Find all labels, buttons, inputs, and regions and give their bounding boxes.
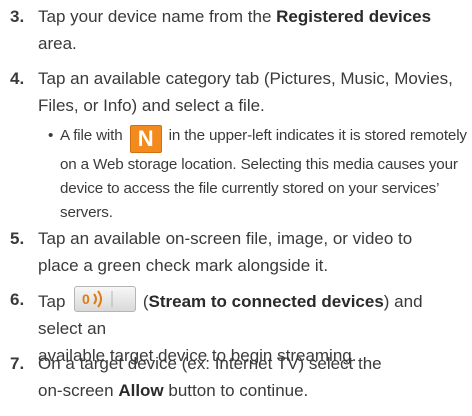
step-line: Tap 0 (Stream to connected devices) and … (38, 286, 468, 342)
stream-to-connected-devices-label: Stream to connected devices (148, 292, 384, 311)
step-number: 4. (10, 69, 25, 88)
svg-text:0: 0 (82, 291, 90, 307)
step-text: Tap an available on-screen file, image, … (38, 225, 468, 279)
step-line: Tap an available on-screen file, image, … (38, 229, 413, 248)
step-text: Tap your device name from the Registered… (38, 3, 468, 57)
allow-label: Allow (118, 381, 164, 400)
bullet-text-segment: in the upper-left indicates it is stored… (164, 127, 467, 144)
step-text-segment: Tap (38, 292, 71, 311)
step-text-segment: button to continue. (163, 381, 309, 400)
stream-to-devices-icon: 0 (74, 286, 137, 312)
bullet-text: A file with N in the upper-left indicate… (60, 124, 470, 225)
step-number: 6. (10, 290, 25, 309)
step-number: 7. (10, 354, 25, 373)
bullet-line: device to access the file currently stor… (60, 180, 440, 197)
step-text-segment: ( (138, 292, 149, 311)
step-text: Tap an available category tab (Pictures,… (38, 65, 468, 119)
step-line: Tap an available category tab (Pictures,… (38, 69, 453, 88)
bullet-line: on a Web storage location. Selecting thi… (60, 156, 458, 173)
step-text: On a target device (ex: Internet TV) sel… (38, 350, 468, 404)
step-line: On a target device (ex: Internet TV) sel… (38, 354, 382, 373)
bullet-line: A file with N in the upper-left indicate… (60, 124, 470, 153)
step-text-segment: Tap your device name from the (38, 7, 277, 26)
step-line: Tap your device name from the Registered… (38, 3, 468, 30)
step-number: 5. (10, 229, 25, 248)
instruction-page: 3. Tap your device name from the Registe… (0, 0, 472, 416)
registered-devices-label: Registered devices (276, 7, 432, 26)
bullet-text-segment: A file with (60, 127, 127, 144)
step-line: Files, or Info) and select a file. (38, 96, 265, 115)
web-storage-n-icon: N (129, 125, 162, 153)
step-number: 3. (10, 7, 25, 26)
bullet-symbol: • (48, 127, 54, 144)
step-text-segment: on-screen (38, 381, 119, 400)
step-line: on-screen Allow button to continue. (38, 377, 468, 404)
step-line: place a green check mark alongside it. (38, 256, 329, 275)
bullet-line: servers. (60, 204, 113, 221)
step-line: area. (38, 34, 77, 53)
